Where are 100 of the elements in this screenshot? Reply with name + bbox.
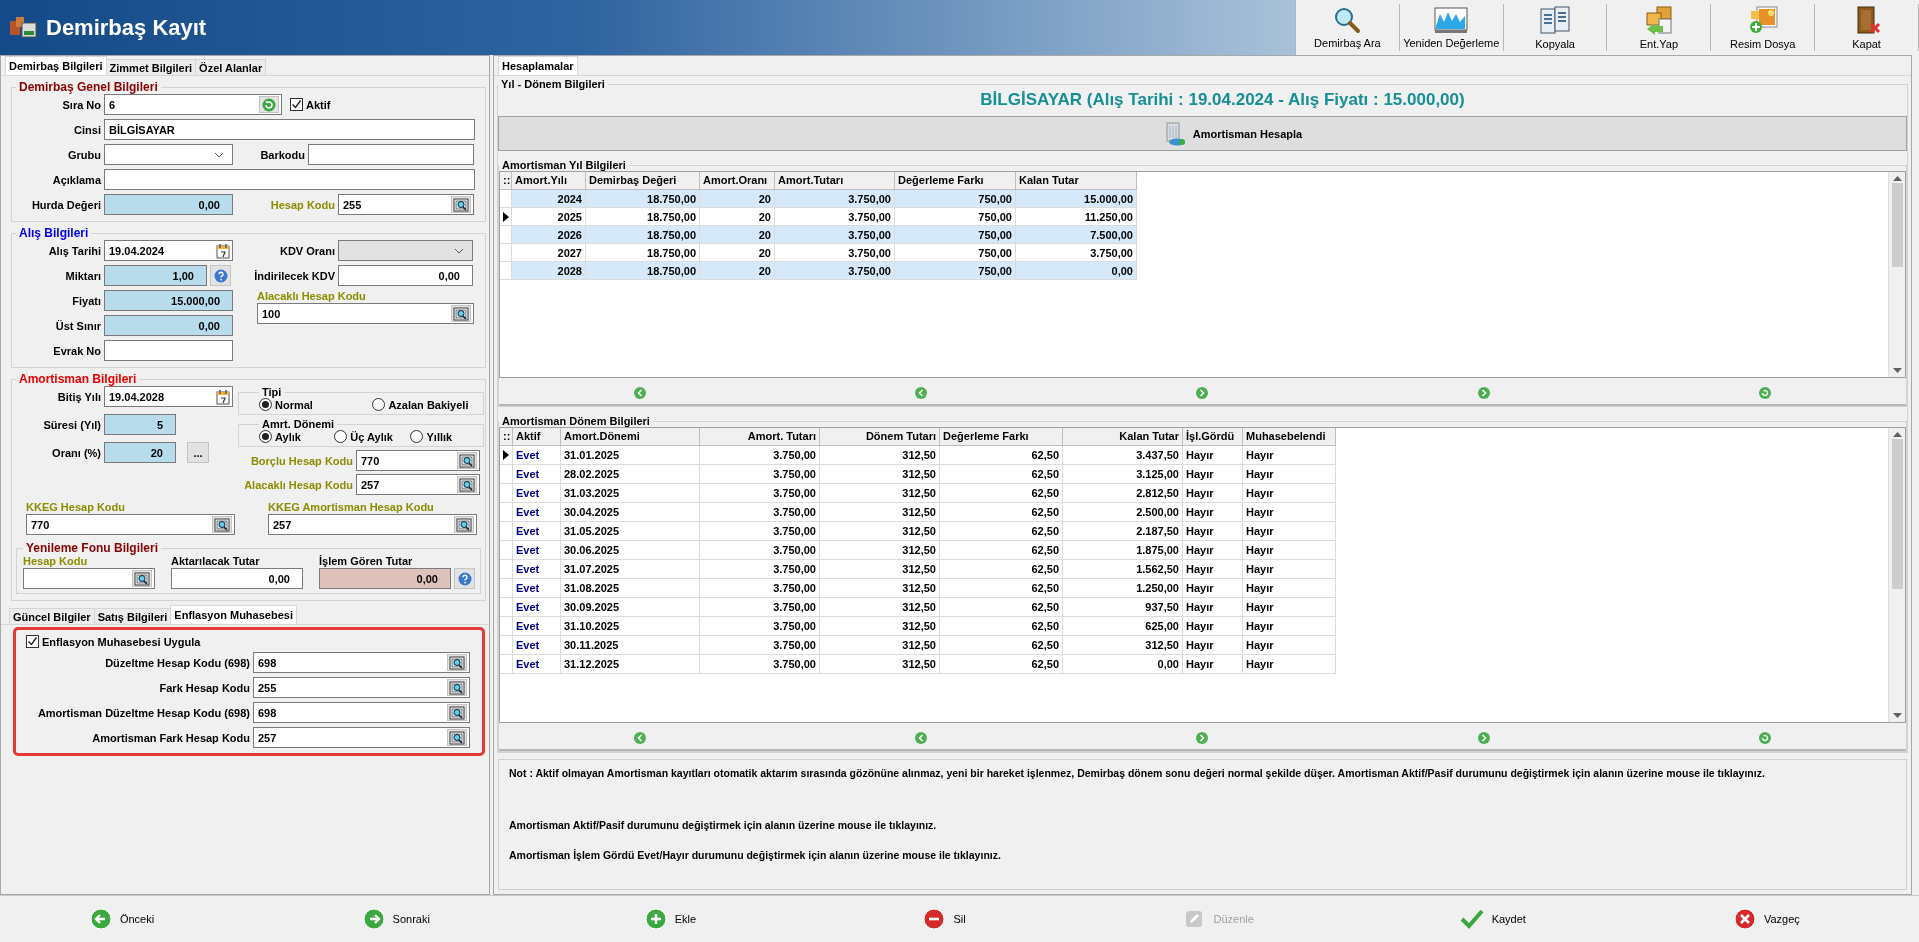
footer-button[interactable]: Sonraki bbox=[358, 906, 434, 932]
column-header[interactable]: Değerleme Farkı bbox=[940, 428, 1063, 446]
input-field[interactable]: 770 bbox=[26, 514, 235, 535]
row-indicator[interactable] bbox=[500, 446, 513, 465]
column-header[interactable]: Amort.Yılı bbox=[512, 172, 586, 190]
lookup-button[interactable] bbox=[447, 654, 467, 671]
lookup-button[interactable] bbox=[451, 196, 471, 213]
calculate-button[interactable]: Amortisman Hesapla bbox=[1158, 120, 1307, 147]
checkbox[interactable] bbox=[290, 98, 303, 111]
tab[interactable]: Zimmet Bilgileri bbox=[105, 59, 197, 75]
refresh-button[interactable] bbox=[1758, 386, 1773, 400]
lookup-button[interactable] bbox=[457, 452, 477, 469]
lookup-button[interactable] bbox=[454, 516, 474, 533]
input-field[interactable]: 0,00 bbox=[104, 315, 233, 336]
help-button[interactable] bbox=[210, 265, 231, 286]
chevron-down-icon[interactable] bbox=[214, 151, 224, 158]
input-field[interactable]: 255 bbox=[253, 677, 470, 698]
input-field[interactable]: 100 bbox=[257, 303, 474, 324]
input-field[interactable]: 0,00 bbox=[171, 568, 303, 589]
column-header[interactable]: Dönem Tutarı bbox=[820, 428, 940, 446]
lookup-button[interactable] bbox=[132, 570, 152, 587]
input-field[interactable]: 698 bbox=[253, 702, 470, 723]
scroll-up-icon[interactable] bbox=[1892, 175, 1902, 181]
input-field[interactable]: 257 bbox=[253, 727, 470, 748]
column-header[interactable]: Amort. Tutarı bbox=[700, 428, 820, 446]
lookup-button[interactable] bbox=[447, 704, 467, 721]
radio-button[interactable] bbox=[259, 430, 272, 443]
row-indicator[interactable] bbox=[500, 208, 512, 226]
input-field[interactable]: 770 bbox=[356, 450, 480, 471]
refresh-button[interactable] bbox=[259, 96, 279, 113]
footer-button[interactable]: Ekle bbox=[640, 906, 701, 932]
input-field[interactable]: BİLGİSAYAR bbox=[104, 119, 475, 140]
scroll-up-icon[interactable] bbox=[1892, 431, 1902, 437]
navigation-button[interactable] bbox=[1195, 386, 1210, 400]
column-header[interactable]: Amort.Tutarı bbox=[775, 172, 895, 190]
tab[interactable]: Güncel Bilgiler bbox=[9, 608, 95, 624]
lookup-button[interactable] bbox=[212, 516, 232, 533]
navigation-button[interactable] bbox=[1476, 731, 1491, 745]
input-field[interactable]: 0,00 bbox=[319, 568, 451, 589]
radio-button[interactable] bbox=[334, 430, 348, 443]
toolbar-button[interactable]: Resim Dosya bbox=[1711, 4, 1816, 51]
footer-button[interactable]: Kaydet bbox=[1455, 906, 1530, 932]
scroll-down-icon[interactable] bbox=[1892, 713, 1902, 719]
toolbar-button[interactable]: Kapat bbox=[1815, 4, 1919, 51]
navigation-button[interactable] bbox=[632, 386, 647, 400]
navigation-button[interactable] bbox=[914, 731, 929, 745]
input-field[interactable] bbox=[104, 340, 233, 361]
input-field[interactable]: 257 bbox=[356, 474, 480, 495]
column-header[interactable]: Muhasebelendi bbox=[1243, 428, 1336, 446]
lookup-button[interactable] bbox=[447, 679, 467, 696]
column-header[interactable]: Amort.Oranı bbox=[700, 172, 775, 190]
tab[interactable]: Özel Alanlar bbox=[195, 59, 267, 75]
toolbar-button[interactable]: Kopyala bbox=[1503, 4, 1608, 51]
footer-button[interactable]: Önceki bbox=[85, 906, 159, 932]
input-field[interactable]: 257 bbox=[268, 514, 477, 535]
input-field[interactable]: 15.000,00 bbox=[104, 290, 233, 311]
navigation-button[interactable] bbox=[1476, 386, 1491, 400]
column-header[interactable]: Aktif bbox=[513, 428, 561, 446]
tab[interactable]: Demirbaş Bilgileri bbox=[5, 56, 107, 75]
input-field[interactable] bbox=[23, 568, 155, 589]
refresh-button[interactable] bbox=[1758, 731, 1773, 745]
navigation-button[interactable] bbox=[914, 386, 929, 400]
tab[interactable]: Enflasyon Muhasebesi bbox=[170, 605, 297, 624]
column-header[interactable]: Demirbaş Değeri bbox=[586, 172, 700, 190]
column-header[interactable]: Amort.Dönemi bbox=[561, 428, 700, 446]
column-header[interactable]: Kalan Tutar bbox=[1016, 172, 1137, 190]
more-button[interactable]: ... bbox=[187, 442, 209, 463]
input-field[interactable]: 20 bbox=[104, 442, 176, 463]
scrollbar[interactable] bbox=[1888, 428, 1905, 722]
navigation-button[interactable] bbox=[632, 731, 647, 745]
input-field[interactable]: 5 bbox=[104, 414, 176, 435]
tab[interactable]: Satış Bilgileri bbox=[93, 608, 172, 624]
tab[interactable]: Hesaplamalar bbox=[498, 56, 578, 75]
column-header[interactable]: İşl.Gördü bbox=[1183, 428, 1243, 446]
input-field[interactable]: 1,00 bbox=[104, 265, 207, 286]
toolbar-button[interactable]: Demirbaş Ara bbox=[1296, 4, 1400, 51]
lookup-button[interactable] bbox=[457, 476, 477, 493]
dropdown-field[interactable] bbox=[104, 144, 233, 165]
date-field[interactable]: 19.04.2024 bbox=[104, 240, 233, 261]
radio-button[interactable] bbox=[259, 398, 272, 411]
scroll-down-icon[interactable] bbox=[1892, 368, 1902, 374]
date-field[interactable]: 19.04.2028 bbox=[104, 386, 233, 407]
checkbox[interactable] bbox=[26, 635, 39, 648]
input-field[interactable] bbox=[308, 144, 474, 165]
footer-button[interactable]: Vazgeç bbox=[1729, 906, 1804, 932]
input-field[interactable]: 6 bbox=[104, 94, 282, 115]
calendar-icon[interactable] bbox=[216, 388, 230, 405]
radio-button[interactable] bbox=[410, 430, 424, 443]
lookup-button[interactable] bbox=[451, 305, 471, 322]
input-field[interactable]: 698 bbox=[253, 652, 470, 673]
toolbar-button[interactable]: Ent.Yap bbox=[1607, 4, 1712, 51]
input-field[interactable] bbox=[104, 169, 475, 190]
input-field[interactable]: 0,00 bbox=[104, 194, 233, 215]
toolbar-button[interactable]: Yeniden Değerleme bbox=[1399, 4, 1504, 51]
lookup-button[interactable] bbox=[447, 729, 467, 746]
scrollbar[interactable] bbox=[1888, 172, 1905, 377]
help-button[interactable] bbox=[454, 568, 475, 589]
footer-button[interactable]: Sil bbox=[919, 906, 970, 932]
column-header[interactable]: Değerleme Farkı bbox=[895, 172, 1016, 190]
navigation-button[interactable] bbox=[1195, 731, 1210, 745]
